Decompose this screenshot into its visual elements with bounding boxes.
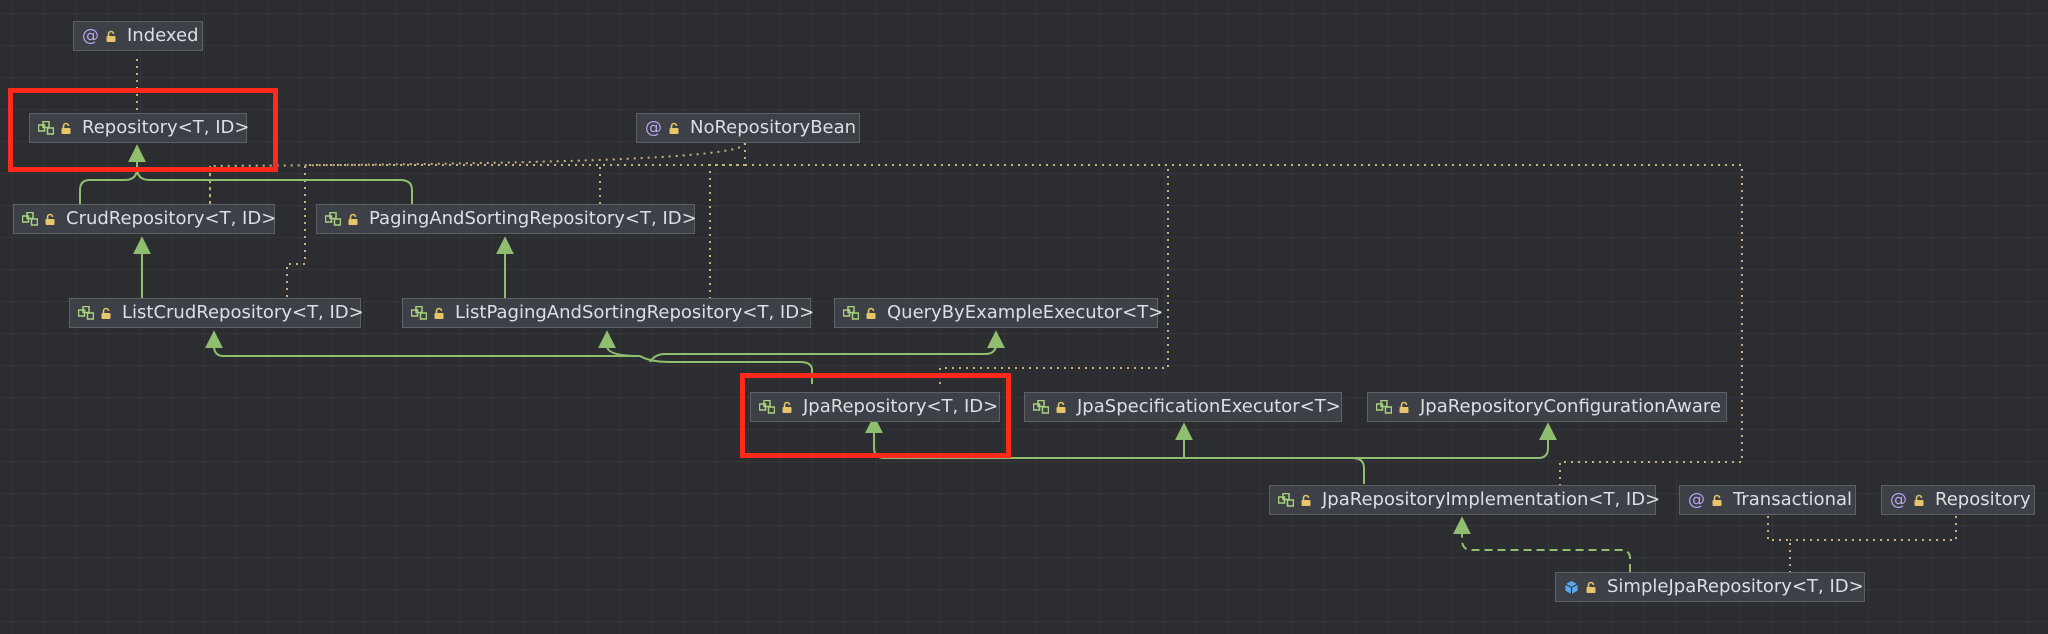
node-label: SimpleJpaRepository<T, ID> bbox=[1607, 576, 1864, 597]
lock-icon bbox=[105, 30, 117, 43]
node-query-by-example-executor[interactable]: QueryByExampleExecutor<T> bbox=[834, 298, 1163, 328]
interface-icon bbox=[843, 306, 859, 320]
node-label: JpaRepository<T, ID> bbox=[803, 396, 999, 417]
node-label: JpaRepositoryImplementation<T, ID> bbox=[1322, 489, 1661, 510]
node-label: JpaRepositoryConfigurationAware bbox=[1420, 396, 1721, 417]
lock-icon bbox=[668, 122, 680, 135]
edge-nrb-to-listpaging bbox=[709, 143, 746, 298]
class-cube-icon bbox=[1564, 580, 1579, 595]
edge-repoann-to-simple bbox=[1790, 516, 1957, 541]
interface-icon bbox=[22, 212, 38, 226]
edge-paging-extends-repository bbox=[136, 167, 413, 204]
annotation-at-icon: @ bbox=[645, 117, 662, 138]
node-no-repository-bean[interactable]: @ NoRepositoryBean bbox=[636, 113, 860, 143]
node-list-paging-and-sorting-repository[interactable]: ListPagingAndSortingRepository<T, ID> bbox=[402, 298, 815, 328]
edge-transactional-to-simple bbox=[1767, 516, 1791, 572]
interface-icon bbox=[1278, 493, 1294, 507]
node-label: ListCrudRepository<T, ID> bbox=[122, 302, 364, 323]
edge-impl-extends-config bbox=[1352, 422, 1557, 459]
interface-icon bbox=[1376, 400, 1392, 414]
lock-icon bbox=[1585, 581, 1597, 594]
node-jpa-repository[interactable]: JpaRepository<T, ID> bbox=[750, 392, 1000, 422]
lock-icon bbox=[781, 401, 793, 414]
node-label: ListPagingAndSortingRepository<T, ID> bbox=[455, 302, 815, 323]
node-label: Repository bbox=[1935, 489, 2031, 510]
node-simple-jpa-repository[interactable]: SimpleJpaRepository<T, ID> bbox=[1555, 572, 1865, 602]
annotation-at-icon: @ bbox=[82, 25, 99, 46]
edge-simple-implements-impl bbox=[1453, 516, 1631, 572]
lock-icon bbox=[1300, 494, 1312, 507]
node-label: QueryByExampleExecutor<T> bbox=[887, 302, 1164, 323]
lock-icon bbox=[1711, 494, 1723, 507]
edge-nrb-to-jpa bbox=[745, 164, 1169, 384]
node-label: Transactional bbox=[1733, 489, 1853, 510]
node-repository[interactable]: Repository<T, ID> bbox=[29, 113, 250, 143]
node-label: JpaSpecificationExecutor<T> bbox=[1077, 396, 1341, 417]
node-crud-repository[interactable]: CrudRepository<T, ID> bbox=[13, 204, 277, 234]
interface-icon bbox=[78, 306, 94, 320]
edge-jpa-extends-listcrud bbox=[205, 330, 813, 384]
node-label: Indexed bbox=[127, 25, 199, 46]
node-label: Repository<T, ID> bbox=[82, 117, 250, 138]
lock-icon bbox=[433, 307, 445, 320]
lock-icon bbox=[347, 213, 359, 226]
node-repository-annotation[interactable]: @ Repository bbox=[1881, 485, 2035, 515]
lock-icon bbox=[1055, 401, 1067, 414]
node-transactional[interactable]: @ Transactional bbox=[1679, 485, 1856, 515]
annotation-at-icon: @ bbox=[1890, 489, 1907, 510]
interface-icon bbox=[759, 400, 775, 414]
node-label: PagingAndSortingRepository<T, ID> bbox=[369, 208, 697, 229]
interface-icon bbox=[411, 306, 427, 320]
edge-impl-extends-jpa bbox=[865, 415, 1365, 484]
lock-icon bbox=[100, 307, 112, 320]
node-jpa-specification-executor[interactable]: JpaSpecificationExecutor<T> bbox=[1024, 392, 1342, 422]
node-label: CrudRepository<T, ID> bbox=[66, 208, 277, 229]
interface-icon bbox=[325, 212, 341, 226]
node-jpa-repository-configuration-aware[interactable]: JpaRepositoryConfigurationAware bbox=[1367, 392, 1727, 422]
edge-crud-extends-repository bbox=[79, 144, 146, 204]
lock-icon bbox=[865, 307, 877, 320]
edge-jpa-extends-qbe bbox=[649, 330, 1005, 363]
diagram-canvas: @ Indexed Repository<T, ID> @ NoReposito… bbox=[0, 0, 2048, 634]
edge-nrb-to-crud bbox=[209, 142, 746, 209]
lock-icon bbox=[44, 213, 56, 226]
interface-icon bbox=[1033, 400, 1049, 414]
interface-icon bbox=[38, 121, 54, 135]
lock-icon bbox=[60, 122, 72, 135]
node-paging-and-sorting-repository[interactable]: PagingAndSortingRepository<T, ID> bbox=[316, 204, 697, 234]
annotation-at-icon: @ bbox=[1688, 489, 1705, 510]
node-label: NoRepositoryBean bbox=[690, 117, 857, 138]
edge-nrb-to-paging bbox=[599, 164, 745, 205]
node-indexed[interactable]: @ Indexed bbox=[73, 21, 203, 51]
lock-icon bbox=[1913, 494, 1925, 507]
lock-icon bbox=[1398, 401, 1410, 414]
edge-jpa-extends-listpaging bbox=[598, 330, 641, 357]
node-list-crud-repository[interactable]: ListCrudRepository<T, ID> bbox=[69, 298, 364, 328]
node-jpa-repository-implementation[interactable]: JpaRepositoryImplementation<T, ID> bbox=[1269, 485, 1660, 515]
